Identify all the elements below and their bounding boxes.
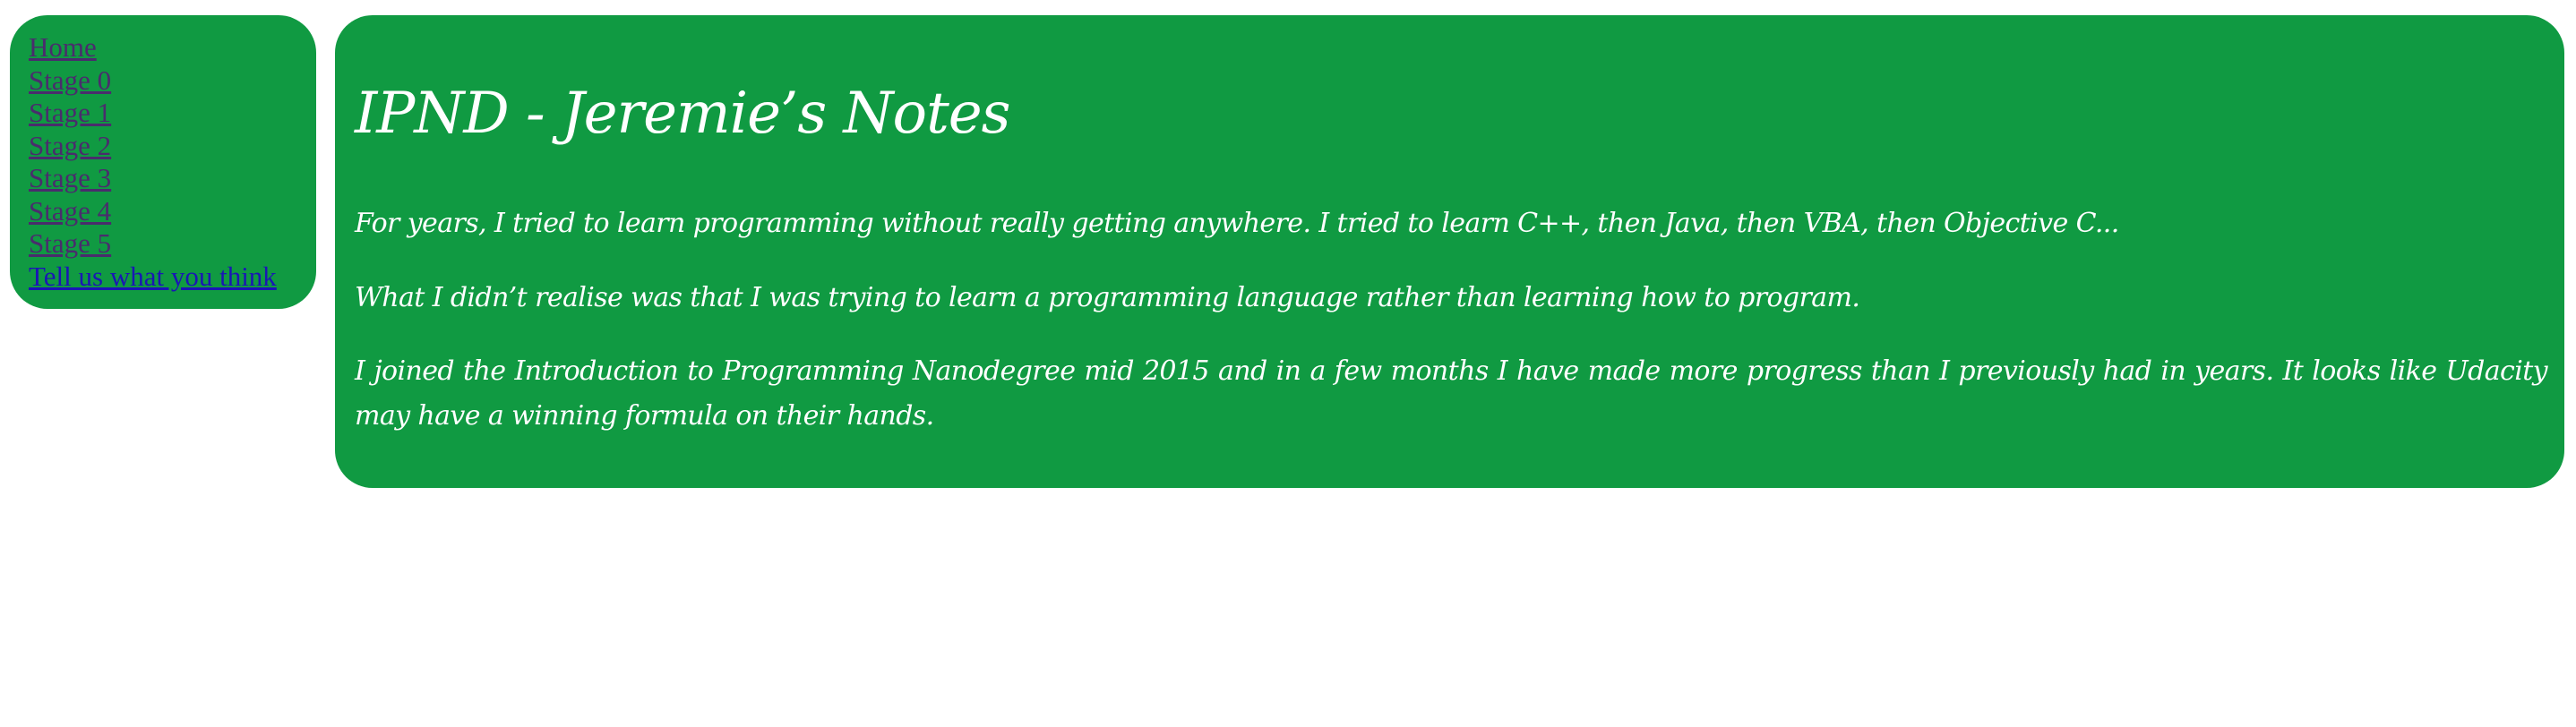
main-content-panel: IPND - Jeremie’s Notes For years, I trie… (335, 15, 2564, 488)
nav-link-home[interactable]: Home (29, 31, 316, 64)
nav-link-feedback[interactable]: Tell us what you think (29, 261, 316, 294)
nav-link-stage-3[interactable]: Stage 3 (29, 162, 316, 195)
page-title: IPND - Jeremie’s Notes (355, 81, 1010, 147)
intro-paragraph-3: I joined the Introduction to Programming… (355, 355, 2548, 432)
nav-link-stage-2[interactable]: Stage 2 (29, 130, 316, 163)
intro-paragraph-2: What I didn’t realise was that I was try… (355, 282, 1860, 313)
nav-link-stage-5[interactable]: Stage 5 (29, 227, 316, 261)
sidebar-nav: Home Stage 0 Stage 1 Stage 2 Stage 3 Sta… (10, 15, 316, 309)
intro-paragraph-1: For years, I tried to learn programming … (355, 208, 2119, 239)
nav-link-stage-1[interactable]: Stage 1 (29, 97, 316, 130)
nav-link-stage-0[interactable]: Stage 0 (29, 64, 316, 98)
nav-link-stage-4[interactable]: Stage 4 (29, 195, 316, 228)
